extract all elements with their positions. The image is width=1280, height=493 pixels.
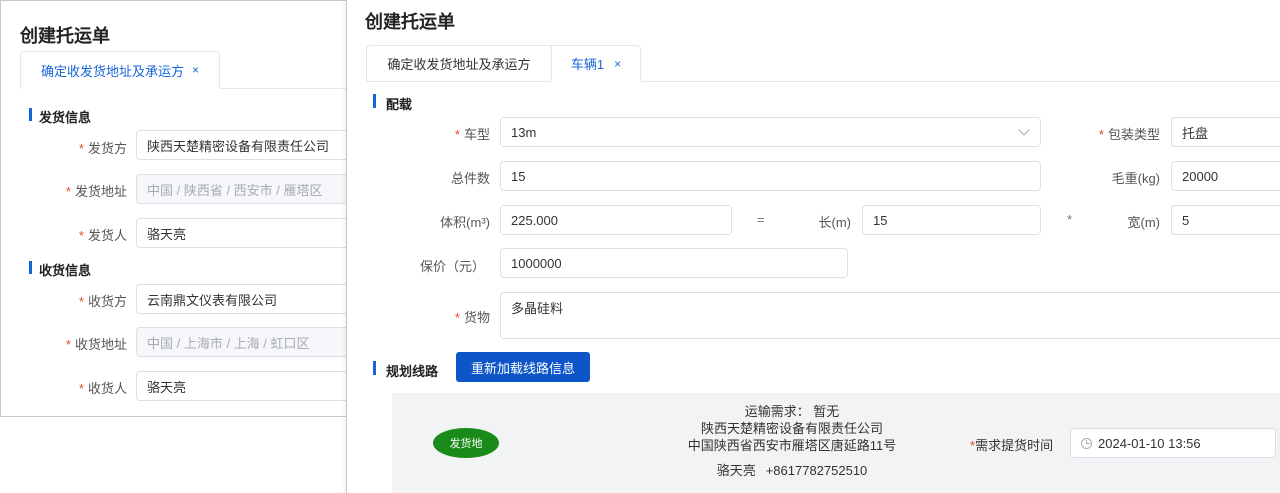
receiver-select[interactable]: 云南鼎文仪表有限公司 (136, 284, 363, 314)
stop-contact: 骆天亮 +8617782752510 (642, 462, 942, 479)
goods-label: * 货物 (454, 310, 490, 325)
page-title: 创建托运单 (365, 12, 455, 32)
equals-sign: = (757, 212, 765, 227)
goods-textarea[interactable]: 多晶硅料 (500, 292, 1280, 339)
shipper-contact-label: * 发货人 (78, 228, 127, 243)
stop-company: 陕西天楚精密设备有限责任公司 (700, 421, 883, 436)
tab-divider (641, 81, 1280, 82)
shipper-label: * 发货方 (78, 141, 127, 156)
stop-address: 中国陕西省西安市雁塔区唐延路11号 (687, 438, 897, 453)
route-stop-card: 发货地 运输需求： 暂无 陕西天楚精密设备有限责任公司 中国陕西省西安市雁塔区唐… (392, 393, 1280, 493)
gross-weight-label: 毛重(kg) (1111, 171, 1160, 186)
receiver-label: * 收货方 (78, 294, 127, 309)
shipper-contact-select[interactable]: 骆天亮 (136, 218, 363, 248)
vehicle-type-value: 13m (511, 124, 537, 140)
tab-address-carrier[interactable]: 确定收发货地址及承运方 × (20, 51, 220, 89)
insured-value-label: 保价（元） (419, 259, 485, 274)
tab-label: 确定收发货地址及承运方 (40, 63, 184, 79)
pickup-time-value: 2024-01-10 13:56 (1098, 435, 1201, 451)
tab-divider (220, 88, 363, 89)
tab-vehicle-1[interactable]: 车辆1 × (551, 45, 641, 82)
vehicle-type-label: * 车型 (454, 127, 490, 142)
section-title-route: 规划线路 (373, 361, 438, 380)
volume-input[interactable]: 225.000 (500, 205, 732, 235)
contact-name: 骆天亮 (716, 463, 756, 478)
pickup-time-picker[interactable]: 2024-01-10 13:56 (1070, 428, 1276, 458)
contact-phone: +8617782752510 (765, 463, 868, 478)
insured-value-input[interactable]: 1000000 (500, 248, 848, 278)
origin-badge: 发货地 (433, 428, 499, 458)
package-type-label: * 包装类型 (1098, 127, 1160, 142)
shipper-address-cascader[interactable]: 中国 / 陕西省 / 西安市 / 雁塔区 (136, 174, 363, 204)
receiver-address-cascader[interactable]: 中国 / 上海市 / 上海 / 虹口区 (136, 327, 363, 357)
route-stop-info: 运输需求： 暂无 陕西天楚精密设备有限责任公司 中国陕西省西安市雁塔区唐延路11… (642, 403, 942, 479)
transport-requirement: 运输需求： 暂无 (744, 404, 840, 419)
receiver-address-label: * 收货地址 (65, 337, 127, 352)
section-title-load: 配载 (373, 94, 412, 113)
close-icon[interactable]: × (192, 63, 199, 77)
section-title-shipper: 发货信息 (29, 107, 91, 126)
receiver-contact-label: * 收货人 (78, 381, 127, 396)
gross-weight-input[interactable]: 20000 (1171, 161, 1280, 191)
pickup-time-label: *需求提货时间 (970, 438, 1054, 453)
volume-label: 体积(m³) (440, 215, 490, 230)
total-pieces-input[interactable]: 15 (500, 161, 1041, 191)
width-input[interactable]: 5 (1171, 205, 1280, 235)
length-label: 长(m) (818, 215, 852, 230)
vehicle-type-select[interactable]: 13m (500, 117, 1041, 147)
package-type-select[interactable]: 托盘 (1171, 117, 1280, 147)
length-input[interactable]: 15 (862, 205, 1041, 235)
shipper-select[interactable]: 陕西天楚精密设备有限责任公司 (136, 130, 363, 160)
close-icon[interactable]: × (614, 57, 621, 71)
width-label: 宽(m) (1127, 215, 1161, 230)
page-title: 创建托运单 (20, 26, 110, 46)
multiply-sign: * (1067, 212, 1073, 227)
section-title-receiver: 收货信息 (29, 260, 91, 279)
receiver-contact-select[interactable]: 骆天亮 (136, 371, 363, 401)
tab-address-carrier[interactable]: 确定收发货地址及承运方 (366, 45, 552, 82)
clock-icon (1081, 437, 1092, 449)
tab-label: 车辆1 (570, 57, 605, 72)
foreground-window: 创建托运单 确定收发货地址及承运方 车辆1 × 配载 * 车型 13m * 包装类型… (346, 0, 1280, 493)
reload-route-button[interactable]: 重新加载线路信息 (456, 352, 590, 382)
chevron-down-icon (1018, 124, 1030, 136)
total-pieces-label: 总件数 (450, 171, 490, 186)
background-window: 创建托运单 确定收发货地址及承运方 × 发货信息 * 发货方 陕西天楚精密设备有限… (0, 0, 363, 417)
shipper-address-label: * 发货地址 (65, 184, 127, 199)
